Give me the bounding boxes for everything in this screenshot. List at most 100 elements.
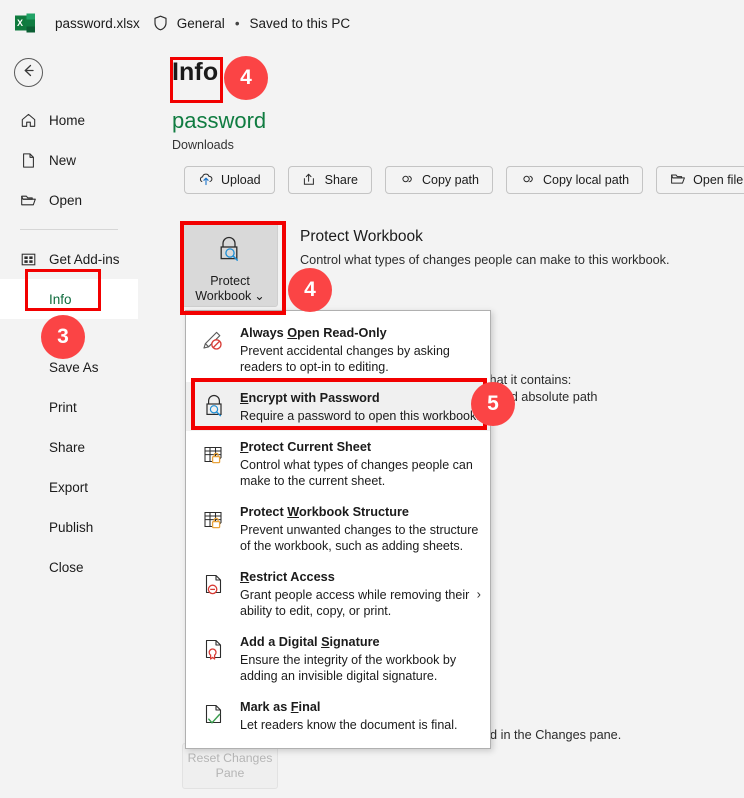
- link-icon: [399, 171, 415, 190]
- menu-item-description: Let readers know the document is final.: [240, 718, 458, 732]
- sidebar-divider: [20, 229, 118, 230]
- button-label: Copy local path: [542, 173, 630, 187]
- sidebar-item-home[interactable]: Home: [0, 100, 138, 140]
- reset-changes-pane-button: Reset Changes Pane: [182, 743, 278, 789]
- cloud-upload-icon: [198, 171, 214, 190]
- sidebar-item-label: Print: [49, 399, 77, 415]
- svg-text:X: X: [17, 18, 23, 28]
- sidebar-item-close[interactable]: Close: [0, 547, 138, 587]
- menu-item-title: Encrypt with Password: [240, 391, 380, 405]
- copy-path-button[interactable]: Copy path: [384, 166, 493, 194]
- folder-open-icon: [670, 171, 686, 190]
- menu-item-title: Restrict Access: [240, 570, 335, 584]
- chevron-down-icon: ⌄: [254, 289, 265, 303]
- sidebar-item-label: Save As: [49, 359, 99, 375]
- document-check-icon: [199, 698, 229, 733]
- annotation-badge-4-title: 4: [224, 56, 268, 100]
- sidebar-item-label: Export: [49, 479, 89, 495]
- shield-icon: [153, 15, 168, 31]
- document-location-label: Downloads: [172, 138, 234, 152]
- menu-item-title: Add a Digital Signature: [240, 635, 380, 649]
- share-button[interactable]: Share: [287, 166, 372, 194]
- annotation-badge-4-protect: 4: [288, 268, 332, 312]
- pencil-no-edit-icon: [199, 324, 229, 375]
- sidebar-item-label: Info: [49, 291, 72, 307]
- menu-item-protect-workbook-structure[interactable]: Protect Workbook Structure Prevent unwan…: [186, 496, 490, 561]
- excel-logo-icon: X: [14, 12, 36, 34]
- protect-workbook-dropdown-menu: Always Open Read-Only Prevent accidental…: [185, 310, 491, 749]
- sidebar-item-label: Home: [49, 112, 86, 128]
- backstage-sidebar: Home New Open Get Add-ins Info Save As P…: [0, 46, 138, 798]
- annotation-badge-5: 5: [471, 382, 515, 426]
- sheet-lock-icon: [199, 438, 229, 489]
- menu-item-encrypt-with-password[interactable]: Encrypt with Password Require a password…: [186, 382, 490, 431]
- sidebar-item-export[interactable]: Export: [0, 467, 138, 507]
- document-signature-icon: [199, 633, 229, 684]
- folder-icon: [20, 192, 37, 209]
- sheet-lock-icon: [199, 503, 229, 554]
- separator-dot: •: [234, 15, 240, 31]
- manage-workbook-text: ed in the Changes pane.: [483, 728, 622, 742]
- protect-workbook-button[interactable]: Protect Workbook ⌄: [182, 223, 278, 307]
- menu-item-description: Require a password to open this workbook…: [240, 409, 480, 423]
- menu-item-title: Always Open Read-Only: [240, 326, 387, 340]
- sidebar-item-open[interactable]: Open: [0, 180, 138, 220]
- sidebar-item-label: Publish: [49, 519, 94, 535]
- menu-item-title: Mark as Final: [240, 700, 321, 714]
- button-label: Upload: [221, 173, 261, 187]
- chevron-right-icon: ›: [476, 586, 481, 601]
- menu-item-title: Protect Workbook Structure: [240, 505, 409, 519]
- sensitivity-label[interactable]: General: [177, 16, 225, 31]
- document-name-heading: password: [172, 108, 267, 133]
- menu-item-description: Prevent accidental changes by asking read…: [240, 344, 450, 374]
- menu-item-description: Prevent unwanted changes to the structur…: [240, 523, 479, 553]
- sidebar-item-print[interactable]: Print: [0, 387, 138, 427]
- sidebar-item-info[interactable]: Info: [0, 279, 138, 319]
- copy-local-path-button[interactable]: Copy local path: [505, 166, 644, 194]
- back-arrow-icon: [21, 63, 36, 83]
- menu-item-always-open-read-only[interactable]: Always Open Read-Only Prevent accidental…: [186, 317, 490, 382]
- menu-item-mark-as-final[interactable]: Mark as Final Let readers know the docum…: [186, 691, 490, 740]
- button-label: Share: [324, 173, 358, 187]
- open-file-location-button[interactable]: Open file location: [656, 166, 744, 194]
- excel-backstage-info-screen: X password.xlsx General • Saved to this …: [0, 0, 744, 798]
- sidebar-item-get-addins[interactable]: Get Add-ins: [0, 239, 138, 279]
- sidebar-item-label: Close: [49, 559, 84, 575]
- sidebar-item-label: Open: [49, 192, 83, 208]
- sidebar-item-label: Get Add-ins: [49, 251, 120, 267]
- page-icon: [20, 152, 37, 169]
- save-status-label: Saved to this PC: [249, 15, 351, 31]
- sidebar-item-publish[interactable]: Publish: [0, 507, 138, 547]
- sidebar-item-label: Share: [49, 439, 86, 455]
- link-icon: [520, 171, 536, 190]
- menu-item-protect-current-sheet[interactable]: Protect Current Sheet Control what types…: [186, 431, 490, 496]
- button-label: Copy path: [421, 173, 479, 187]
- annotation-badge-3: 3: [41, 315, 85, 359]
- document-restrict-icon: [199, 568, 229, 619]
- addins-icon: [20, 251, 37, 268]
- protect-workbook-heading: Protect Workbook: [300, 228, 423, 245]
- lock-magnifier-icon: [199, 389, 229, 424]
- upload-button[interactable]: Upload: [184, 166, 275, 194]
- sidebar-item-share[interactable]: Share: [0, 427, 138, 467]
- menu-item-add-digital-signature[interactable]: Add a Digital Signature Ensure the integ…: [186, 626, 490, 691]
- back-button[interactable]: [14, 58, 43, 87]
- page-title: Info: [172, 58, 219, 86]
- protect-workbook-description: Control what types of changes people can…: [300, 253, 670, 267]
- lock-magnifier-icon: [213, 233, 247, 270]
- sidebar-item-new[interactable]: New: [0, 140, 138, 180]
- sidebar-item-label: New: [49, 152, 77, 168]
- title-bar: X password.xlsx General • Saved to this …: [0, 0, 744, 46]
- menu-item-description: Control what types of changes people can…: [240, 458, 473, 488]
- button-label: Open file location: [693, 173, 744, 187]
- reset-changes-pane-label: Reset Changes Pane: [187, 751, 273, 780]
- file-name-label: password.xlsx: [55, 15, 140, 31]
- menu-item-description: Ensure the integrity of the workbook by a…: [240, 653, 457, 683]
- share-icon: [302, 171, 318, 190]
- file-action-button-row: Upload Share Copy path Copy local path O…: [184, 166, 744, 194]
- menu-item-title: Protect Current Sheet: [240, 440, 372, 454]
- menu-item-restrict-access[interactable]: Restrict Access Grant people access whil…: [186, 561, 490, 626]
- home-icon: [20, 112, 37, 129]
- menu-item-description: Grant people access while removing their…: [240, 588, 470, 618]
- protect-workbook-button-label: Protect Workbook ⌄: [195, 274, 265, 303]
